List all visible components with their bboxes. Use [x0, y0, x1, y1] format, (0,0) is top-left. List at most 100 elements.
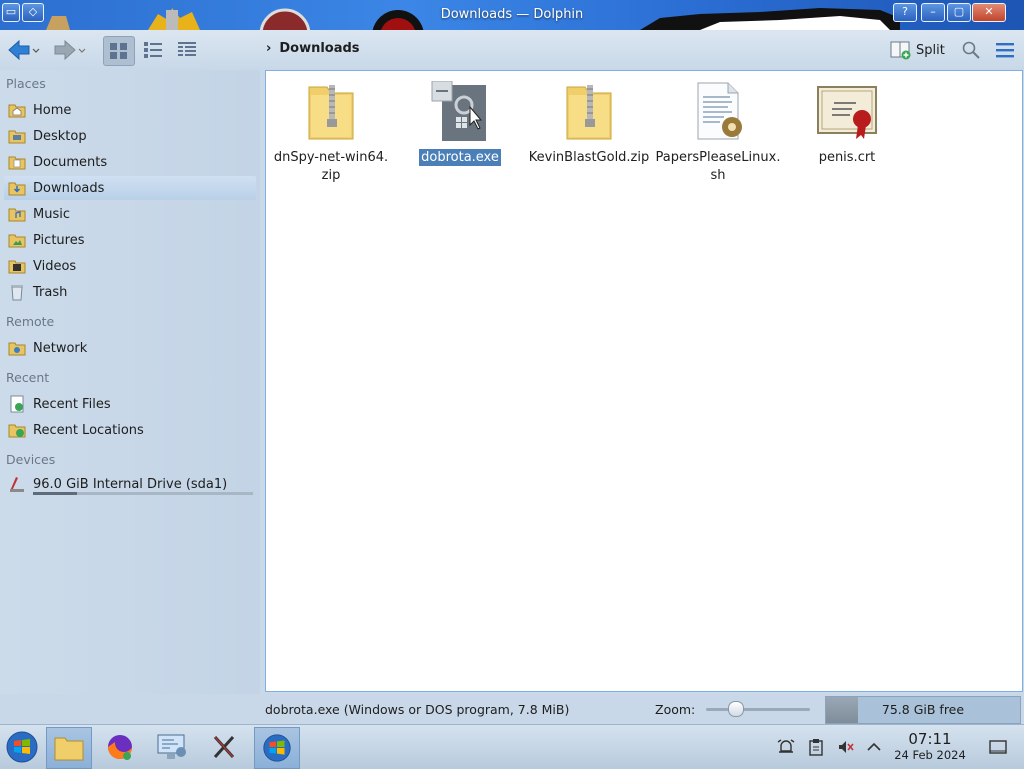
sidebar-item-videos[interactable]: Videos [4, 254, 256, 278]
certificate-icon [815, 79, 879, 145]
file-name: dnSpy-net-win64. zip [273, 150, 389, 183]
compact-view-button[interactable] [138, 36, 168, 64]
sidebar-item-pictures[interactable]: Pictures [4, 228, 256, 252]
zip-folder-icon [557, 79, 621, 145]
zoom-slider-handle[interactable] [728, 701, 745, 717]
icons-view-icon [110, 43, 127, 59]
file-name: KevinBlastGold.zip [528, 150, 650, 165]
title-bar: ▭ ◇ Downloads — Dolphin ? – ▢ ✕ [0, 0, 1024, 30]
file-item-dnspy[interactable]: dnSpy-net-win64. zip [268, 79, 394, 185]
show-desktop-icon[interactable] [988, 737, 1008, 757]
help-button[interactable]: ? [893, 3, 917, 22]
free-space-indicator[interactable]: 75.8 GiB free [825, 696, 1021, 724]
trash-icon [8, 283, 26, 301]
breadcrumb-current: Downloads [279, 41, 360, 56]
section-places: Places [6, 76, 46, 91]
maximize-button[interactable]: ▢ [947, 3, 971, 22]
drive-usage-bar [33, 492, 253, 495]
taskbar: 07:11 24 Feb 2024 [0, 724, 1024, 769]
pictures-folder-icon [8, 231, 26, 249]
notifications-icon[interactable] [776, 737, 796, 757]
split-button[interactable]: Split [890, 38, 945, 62]
executable-icon [428, 79, 492, 145]
toolbar: › Downloads Split [0, 30, 1024, 70]
back-button[interactable] [6, 36, 42, 64]
recent-locations-icon [8, 421, 26, 439]
sidebar-item-desktop[interactable]: Desktop [4, 124, 256, 148]
forward-button[interactable] [52, 36, 88, 64]
details-view-icon [178, 42, 196, 56]
split-label: Split [916, 42, 945, 58]
script-icon [686, 79, 750, 145]
volume-muted-icon[interactable] [836, 737, 856, 757]
monitor-settings-icon [157, 734, 186, 759]
network-folder-icon [8, 339, 26, 357]
section-remote: Remote [6, 314, 55, 329]
file-name: penis.crt [818, 150, 876, 165]
search-icon [962, 41, 980, 59]
split-view-icon [890, 41, 911, 60]
file-item-paperspleaselinux[interactable]: PapersPleaseLinux. sh [655, 79, 781, 185]
taskbar-x-app[interactable] [202, 727, 246, 767]
clock[interactable]: 07:11 24 Feb 2024 [886, 730, 974, 763]
recent-files-icon [8, 395, 26, 413]
documents-folder-icon [8, 153, 26, 171]
zoom-slider-track[interactable] [706, 708, 810, 711]
window-title: Downloads — Dolphin [440, 7, 584, 22]
drive-usage-fill [33, 492, 77, 495]
hamburger-menu-button[interactable] [992, 36, 1018, 64]
videos-folder-icon [8, 257, 26, 275]
file-item-dobrota[interactable]: dobrota.exe [397, 79, 523, 167]
downloads-folder-icon [8, 179, 26, 197]
places-panel: Places Home Desktop Documents Downloads … [0, 70, 260, 724]
file-view[interactable]: dnSpy-net-win64. zip dobrota.exe KevinBla… [265, 70, 1023, 692]
file-name: PapersPleaseLinux. sh [655, 150, 781, 183]
status-bar: dobrota.exe (Windows or DOS program, 7.8… [0, 694, 1024, 724]
music-folder-icon [8, 205, 26, 223]
close-button[interactable]: ✕ [972, 3, 1006, 22]
sidebar-item-home[interactable]: Home [4, 98, 256, 122]
hamburger-menu-icon [996, 43, 1014, 58]
chevron-up-icon[interactable] [864, 737, 884, 757]
desktop-folder-icon [8, 127, 26, 145]
section-devices: Devices [6, 452, 56, 467]
panel-splitter[interactable] [259, 70, 264, 724]
clock-time: 07:11 [908, 730, 952, 748]
taskbar-system-settings[interactable] [150, 727, 194, 767]
hard-drive-icon [8, 475, 26, 493]
home-folder-icon [8, 101, 26, 119]
breadcrumb[interactable]: › Downloads [266, 41, 360, 56]
section-recent: Recent [6, 370, 50, 385]
zip-folder-icon [299, 79, 363, 145]
search-button[interactable] [958, 36, 984, 64]
windows-logo-icon [263, 734, 291, 762]
free-space-text: 75.8 GiB free [881, 702, 965, 717]
taskbar-windows-app[interactable] [254, 727, 300, 769]
clipboard-icon[interactable] [806, 737, 826, 757]
start-menu-button[interactable] [0, 727, 44, 767]
minimize-button[interactable]: – [921, 3, 945, 22]
clock-date: 24 Feb 2024 [894, 748, 966, 762]
file-name-selected: dobrota.exe [419, 149, 501, 166]
sidebar-item-recent-files[interactable]: Recent Files [4, 392, 256, 416]
sidebar-item-music[interactable]: Music [4, 202, 256, 226]
forward-arrow-icon [54, 39, 86, 61]
chevron-right-icon: › [266, 41, 272, 56]
icons-view-button[interactable] [103, 36, 135, 66]
sidebar-item-trash[interactable]: Trash [4, 280, 256, 304]
details-view-button[interactable] [172, 36, 202, 64]
status-info: dobrota.exe (Windows or DOS program, 7.8… [265, 702, 570, 717]
compact-view-icon [144, 42, 162, 58]
taskbar-firefox[interactable] [98, 727, 142, 767]
back-arrow-icon [8, 39, 40, 61]
x-app-icon [213, 735, 235, 759]
file-item-penis-crt[interactable]: penis.crt [784, 79, 910, 167]
file-item-kevinblastgold[interactable]: KevinBlastGold.zip [526, 79, 652, 167]
taskbar-dolphin[interactable] [46, 727, 92, 769]
sidebar-item-downloads[interactable]: Downloads [4, 176, 256, 200]
sidebar-item-documents[interactable]: Documents [4, 150, 256, 174]
sidebar-item-recent-locations[interactable]: Recent Locations [4, 418, 256, 442]
sidebar-item-network[interactable]: Network [4, 336, 256, 360]
zoom-label: Zoom: [655, 702, 696, 717]
windows-logo-icon [6, 731, 38, 763]
